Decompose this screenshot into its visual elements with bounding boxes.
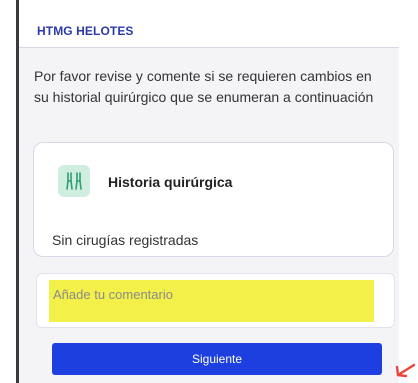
surgical-tools-icon: [58, 165, 90, 197]
comment-box: [36, 273, 395, 328]
empty-state-text: Sin cirugías registradas: [52, 232, 199, 248]
next-button[interactable]: Siguiente: [52, 343, 382, 375]
card-title: Historia quirúrgica: [108, 174, 233, 190]
app-header: HTMG HELOTES: [19, 0, 399, 48]
surgical-history-card: Historia quirúrgica Sin cirugías registr…: [33, 142, 394, 257]
header-title: HTMG HELOTES: [37, 24, 134, 38]
intro-text: Por favor revise y comente si se requier…: [34, 68, 374, 105]
comment-input[interactable]: [49, 280, 374, 322]
arrow-pointer-icon: [395, 363, 416, 378]
